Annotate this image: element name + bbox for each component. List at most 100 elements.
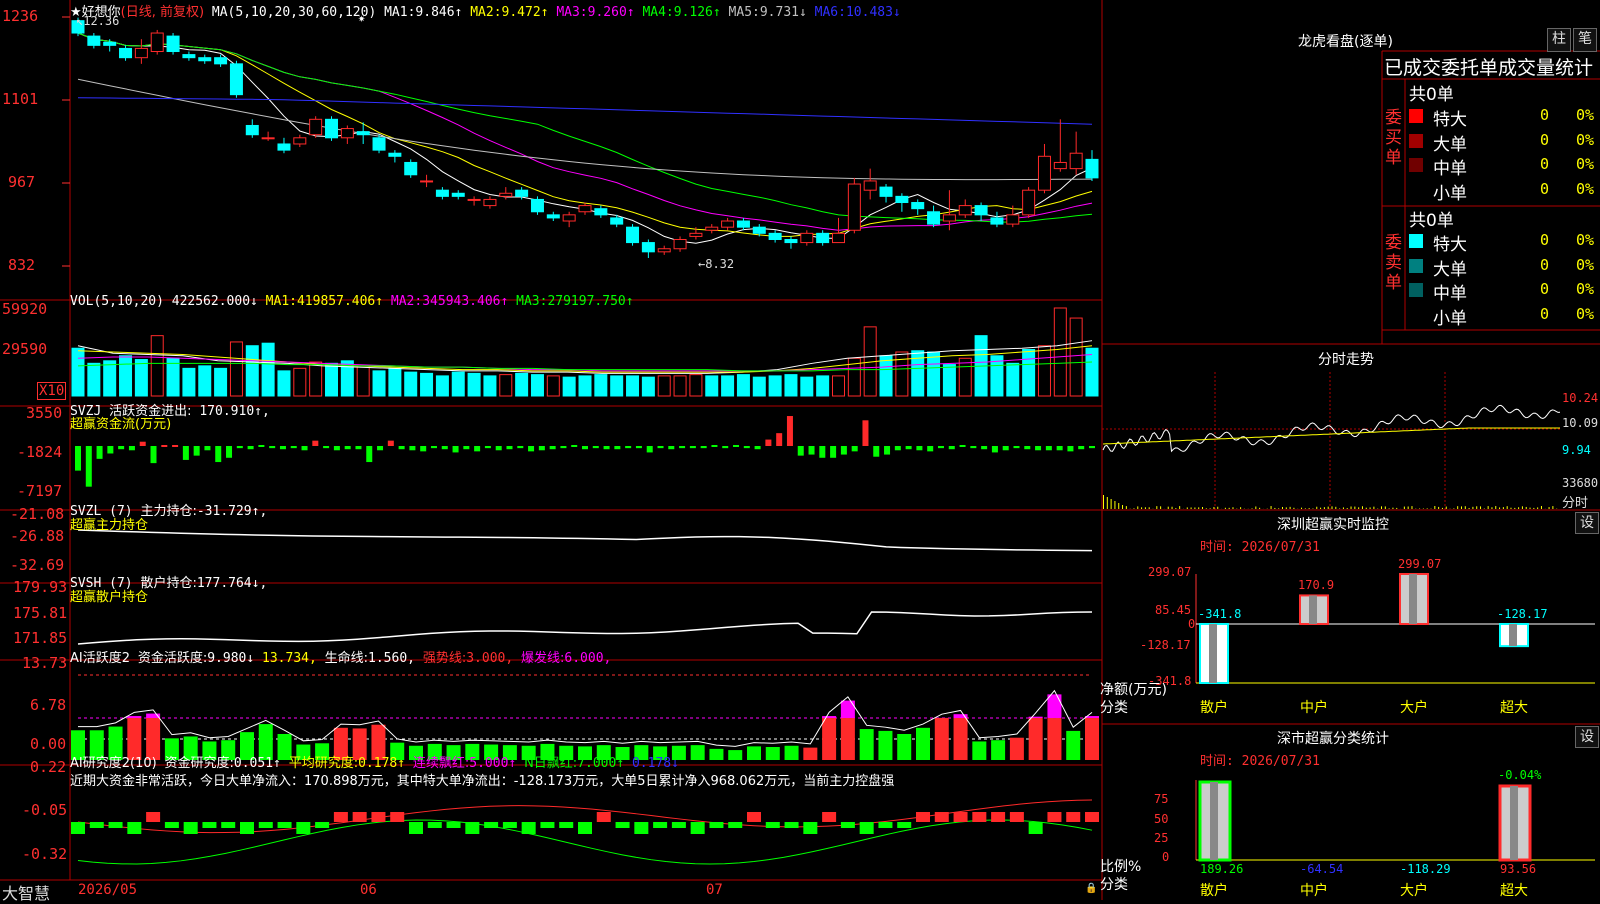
intraday-volume-bar bbox=[1507, 506, 1508, 509]
candle-body bbox=[436, 190, 448, 196]
buy-row-count-0: 0 bbox=[1540, 106, 1549, 124]
candle-body bbox=[1054, 162, 1066, 168]
sell-row-count-0: 0 bbox=[1540, 231, 1549, 249]
intraday-volume-bar bbox=[1213, 507, 1214, 509]
sell-row-name-2: 中单 bbox=[1433, 279, 1467, 304]
monitor-title: 深圳超赢实时监控 bbox=[1277, 514, 1389, 534]
flow-bar bbox=[981, 446, 987, 449]
flow-bar bbox=[895, 446, 901, 450]
classify-tick-0: 75 bbox=[1154, 792, 1168, 806]
intraday-volume-bar bbox=[1271, 506, 1272, 509]
intraday-volume-bar bbox=[1522, 506, 1523, 509]
volume-bar bbox=[326, 363, 338, 396]
sell-swatch-2 bbox=[1409, 283, 1423, 297]
activity-bar bbox=[785, 746, 799, 760]
intraday-volume-bar bbox=[1160, 506, 1161, 509]
streak-value: 5.000↑ bbox=[469, 756, 516, 771]
research-bar bbox=[860, 822, 874, 834]
volume-bar bbox=[959, 358, 971, 396]
tick-mode-button[interactable]: 笔 bbox=[1573, 28, 1597, 52]
candle-body bbox=[183, 55, 195, 58]
intraday-volume-bar bbox=[1366, 508, 1367, 509]
candle-body bbox=[1086, 159, 1098, 177]
intraday-volume-bar bbox=[1347, 508, 1348, 509]
flow-bar bbox=[679, 446, 685, 448]
activity-bar bbox=[747, 746, 761, 760]
classify-tick-2: 25 bbox=[1154, 831, 1168, 845]
candle-body bbox=[294, 138, 306, 144]
svsh-label: 散户持仓: bbox=[140, 576, 196, 591]
flow-bar bbox=[690, 446, 696, 448]
ma2-value: 9.472↑ bbox=[502, 5, 549, 20]
ai-active-v2: 13.734, bbox=[262, 651, 317, 666]
volume-bar bbox=[167, 358, 179, 396]
volume-bar bbox=[785, 375, 797, 396]
research-bar bbox=[935, 812, 949, 822]
monitor-bar-shade-3 bbox=[1509, 624, 1517, 646]
candle-body bbox=[595, 209, 607, 215]
candle-body bbox=[801, 233, 813, 242]
intraday-volume-bar bbox=[1210, 508, 1211, 509]
volume-bar bbox=[183, 368, 195, 396]
column-mode-button[interactable]: 柱 bbox=[1547, 28, 1571, 52]
lock-icon[interactable]: 🔒 bbox=[1085, 883, 1097, 894]
ma5-label: MA5: bbox=[729, 5, 760, 20]
buy-row-count-1: 0 bbox=[1540, 131, 1549, 149]
buy-row-name-3: 小单 bbox=[1433, 179, 1467, 204]
classify-ylabel: 比例% bbox=[1100, 856, 1141, 876]
ma4-label: MA4: bbox=[642, 5, 673, 20]
ma6-label: MA6: bbox=[815, 5, 846, 20]
flow-bar bbox=[194, 446, 200, 456]
event-star-icon[interactable]: ✷ bbox=[358, 11, 365, 25]
flow-bar bbox=[474, 446, 480, 451]
intraday-volume-bar bbox=[1465, 506, 1466, 509]
classify-category-1: 中户 bbox=[1300, 880, 1328, 900]
y-tick-svsh-0: 179.93 bbox=[13, 578, 67, 596]
flow-bar bbox=[248, 446, 254, 449]
research-bar bbox=[1047, 812, 1061, 822]
flow-bar bbox=[97, 446, 103, 459]
flow-bar bbox=[442, 446, 448, 449]
flow-bar bbox=[992, 446, 998, 452]
ma4-value: 9.126↑ bbox=[674, 5, 721, 20]
buy-swatch-2 bbox=[1409, 158, 1423, 172]
intraday-volume-bar bbox=[1438, 507, 1439, 509]
lifeline-value: 1.560, bbox=[368, 651, 415, 666]
research-bar bbox=[90, 822, 104, 828]
flow-bar bbox=[463, 446, 469, 449]
candle-body bbox=[896, 196, 908, 202]
ai-research-name: AI研究度2(10) bbox=[70, 756, 157, 771]
candle-body bbox=[262, 138, 274, 139]
stats-title: 已成交委托单成交量统计 bbox=[1384, 53, 1593, 80]
volume-bar bbox=[563, 377, 575, 396]
intraday-volume-bar bbox=[1461, 506, 1462, 509]
volume-bar bbox=[722, 376, 734, 396]
volume-bar bbox=[1023, 349, 1035, 396]
research-bar bbox=[559, 822, 573, 828]
flow-bar bbox=[226, 446, 232, 458]
research-bar bbox=[409, 822, 423, 834]
intraday-volume-bar bbox=[1122, 505, 1123, 509]
volume-bar bbox=[928, 352, 940, 396]
flow-bar bbox=[291, 446, 297, 448]
volume-bar bbox=[468, 373, 480, 396]
vol-ma3-value: 279197.750↑ bbox=[547, 294, 633, 309]
candle-body bbox=[357, 132, 369, 135]
intraday-volume-bar bbox=[1408, 506, 1409, 509]
ai-active-name: AI活跃度2 bbox=[70, 651, 130, 666]
activity-bar bbox=[1047, 718, 1061, 760]
research-bar bbox=[353, 812, 367, 822]
flow-bar bbox=[528, 446, 534, 451]
intraday-volume-bar bbox=[1133, 508, 1134, 509]
classify-settings-button[interactable]: 设 bbox=[1575, 726, 1599, 748]
intraday-volume-bar bbox=[1114, 501, 1115, 509]
monitor-settings-button[interactable]: 设 bbox=[1575, 512, 1599, 534]
activity-bar bbox=[1085, 718, 1099, 760]
candle-body bbox=[769, 233, 781, 239]
intraday-unit: 分时 bbox=[1562, 492, 1588, 511]
volume-bar bbox=[943, 365, 955, 396]
intraday-volume-bar bbox=[1370, 507, 1371, 509]
flow-bar bbox=[172, 445, 178, 447]
intraday-volume-bar bbox=[1107, 497, 1108, 509]
buy-total: 共0单 bbox=[1409, 80, 1454, 105]
